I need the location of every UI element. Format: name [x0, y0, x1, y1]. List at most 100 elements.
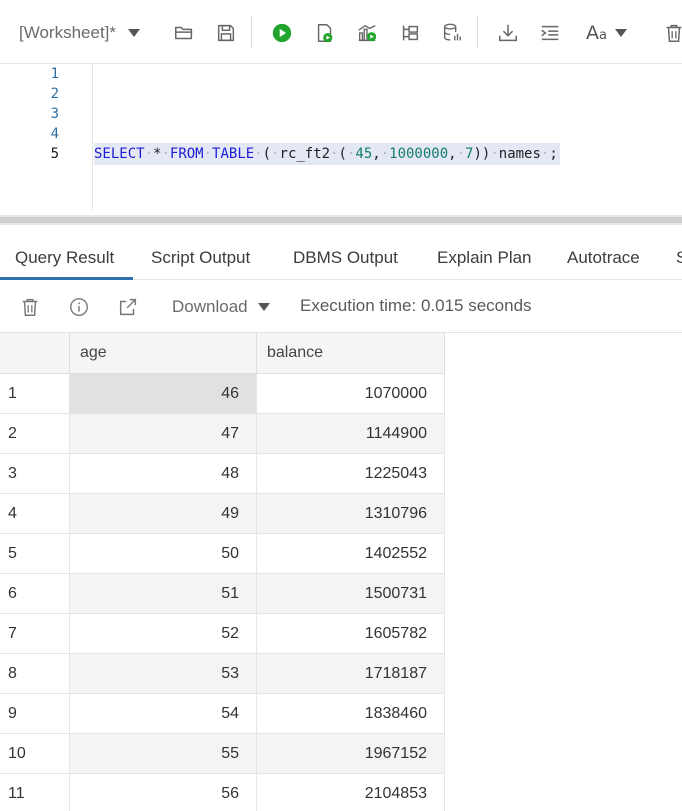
- cell-balance[interactable]: 1500731: [257, 574, 445, 614]
- cell-age[interactable]: 51: [70, 574, 257, 614]
- cell-balance[interactable]: 1225043: [257, 454, 445, 494]
- sql-keyword: SELECT: [94, 146, 145, 162]
- row-number: 3: [0, 454, 70, 494]
- clear-output-button[interactable]: [18, 295, 42, 319]
- tab-script-output[interactable]: Script Output: [151, 248, 250, 268]
- cell-age[interactable]: 54: [70, 694, 257, 734]
- tab-dbms-output[interactable]: DBMS Output: [293, 248, 398, 268]
- cell-balance[interactable]: 1070000: [257, 374, 445, 414]
- cell-balance[interactable]: 1310796: [257, 494, 445, 534]
- line-number: 4: [50, 126, 59, 142]
- font-size-icon: Aa: [586, 22, 607, 44]
- open-in-new-window-button[interactable]: [116, 295, 140, 319]
- sql-editor[interactable]: 1 2 3 4 5 SELECT·*·FROM·TABLE·(·rc_ft2·(…: [0, 64, 682, 215]
- cell-balance[interactable]: 1402552: [257, 534, 445, 574]
- row-number: 1: [0, 374, 70, 414]
- cell-age[interactable]: 55: [70, 734, 257, 774]
- worksheet-selector[interactable]: [Worksheet]*: [19, 22, 141, 44]
- cell-age[interactable]: 49: [70, 494, 257, 534]
- sql-token: (: [338, 146, 347, 162]
- font-size-button[interactable]: Aa: [586, 19, 627, 47]
- table-row: 11 56 2104853: [0, 774, 445, 811]
- row-number: 6: [0, 574, 70, 614]
- line-number-gutter: 1 2 3 4 5: [0, 64, 93, 210]
- cell-balance[interactable]: 1605782: [257, 614, 445, 654]
- toolbar-divider: [477, 16, 478, 48]
- cell-balance[interactable]: 1967152: [257, 734, 445, 774]
- run-statement-button[interactable]: [268, 19, 296, 47]
- cell-age[interactable]: 52: [70, 614, 257, 654]
- tab-explain-plan[interactable]: Explain Plan: [437, 248, 532, 268]
- row-number-header: [0, 333, 70, 374]
- sql-token: rc_ft2: [279, 146, 331, 162]
- cell-balance[interactable]: 1838460: [257, 694, 445, 734]
- download-button[interactable]: [494, 19, 522, 47]
- table-row: 1 46 1070000: [0, 374, 445, 414]
- sql-history-icon: [443, 23, 461, 41]
- download-dropdown[interactable]: Download: [172, 297, 270, 317]
- cell-balance[interactable]: 2104853: [257, 774, 445, 811]
- column-header-balance[interactable]: balance: [257, 333, 445, 374]
- clear-button[interactable]: [660, 19, 682, 47]
- cell-age[interactable]: 56: [70, 774, 257, 811]
- format-button[interactable]: [536, 19, 564, 47]
- explain-plan-icon: [358, 24, 377, 42]
- sql-history-button[interactable]: [438, 19, 466, 47]
- grid-header: age balance: [0, 333, 445, 374]
- sql-token: (: [262, 146, 272, 162]
- cell-age[interactable]: 50: [70, 534, 257, 574]
- row-number: 11: [0, 774, 70, 811]
- result-toolbar: Download Execution time: 0.015 seconds: [0, 281, 682, 333]
- run-script-button[interactable]: [311, 19, 339, 47]
- column-header-age[interactable]: age: [70, 333, 257, 374]
- execution-time: Execution time: 0.015 seconds: [300, 296, 532, 315]
- active-tab-indicator: [0, 277, 133, 280]
- download-icon: [499, 24, 517, 42]
- line-number: 2: [50, 86, 59, 102]
- sql-statement[interactable]: SELECT·*·FROM·TABLE·(·rc_ft2·(·45,·10000…: [94, 143, 560, 165]
- autotrace-button[interactable]: [396, 19, 424, 47]
- cell-balance[interactable]: 1144900: [257, 414, 445, 454]
- table-row: 3 48 1225043: [0, 454, 445, 494]
- download-label: Download: [172, 297, 248, 316]
- sql-keyword: TABLE: [212, 146, 255, 162]
- delete-icon: [22, 298, 38, 316]
- worksheet-toolbar: [Worksheet]* Aa: [0, 0, 682, 64]
- row-number: 5: [0, 534, 70, 574]
- tab-more[interactable]: S: [676, 248, 682, 268]
- table-row: 2 47 1144900: [0, 414, 445, 454]
- run-script-icon: [317, 24, 333, 43]
- info-button[interactable]: [67, 295, 91, 319]
- row-number: 7: [0, 614, 70, 654]
- cell-age[interactable]: 48: [70, 454, 257, 494]
- table-row: 6 51 1500731: [0, 574, 445, 614]
- row-number: 9: [0, 694, 70, 734]
- sql-token: ,: [448, 146, 457, 162]
- tab-autotrace[interactable]: Autotrace: [567, 248, 640, 268]
- table-row: 5 50 1402552: [0, 534, 445, 574]
- pane-splitter[interactable]: [0, 215, 682, 225]
- save-button[interactable]: [212, 19, 240, 47]
- cell-age[interactable]: 47: [70, 414, 257, 454]
- line-number: 1: [50, 66, 59, 82]
- tab-query-result[interactable]: Query Result: [15, 248, 114, 268]
- output-tabs: Query Result Script Output DBMS Output E…: [0, 232, 682, 280]
- delete-icon: [666, 24, 682, 42]
- table-row: 4 49 1310796: [0, 494, 445, 534]
- row-number: 4: [0, 494, 70, 534]
- table-row: 10 55 1967152: [0, 734, 445, 774]
- cell-balance[interactable]: 1718187: [257, 654, 445, 694]
- cell-age[interactable]: 46: [70, 374, 257, 414]
- sql-token: ,: [372, 146, 381, 162]
- table-row: 7 52 1605782: [0, 614, 445, 654]
- explain-plan-button[interactable]: [353, 19, 381, 47]
- table-row: 9 54 1838460: [0, 694, 445, 734]
- chevron-down-icon: [257, 303, 270, 311]
- worksheet-label: [Worksheet]*: [19, 23, 117, 42]
- external-link-icon: [119, 298, 137, 316]
- table-row: 8 53 1718187: [0, 654, 445, 694]
- line-number: 3: [50, 106, 59, 122]
- toolbar-divider: [251, 16, 252, 48]
- cell-age[interactable]: 53: [70, 654, 257, 694]
- open-button[interactable]: [170, 19, 198, 47]
